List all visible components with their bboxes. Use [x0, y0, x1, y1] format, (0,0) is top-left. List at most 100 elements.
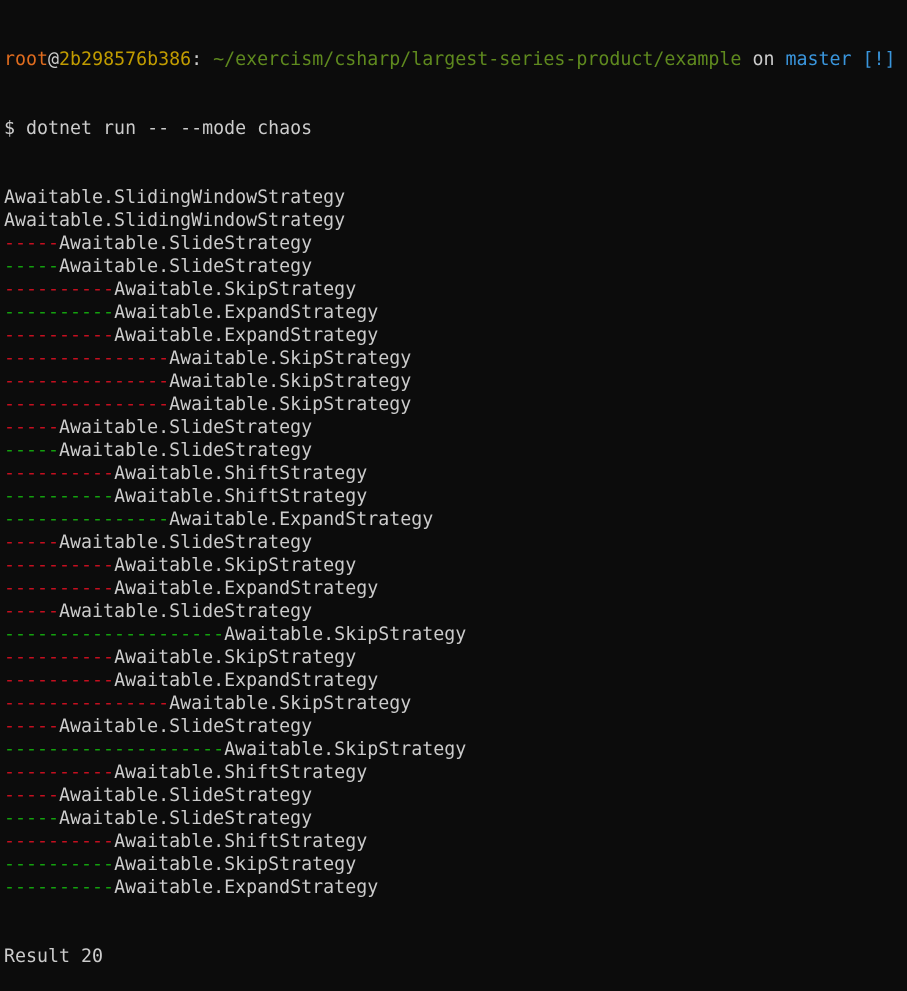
- output-line: -----Awaitable.SlideStrategy: [4, 255, 907, 278]
- prompt-line: root@2b298576b386: ~/exercism/csharp/lar…: [4, 48, 907, 71]
- indent-dashes: -----: [4, 785, 60, 806]
- strategy-name: Awaitable.SkipStrategy: [169, 394, 412, 415]
- terminal-window[interactable]: root@2b298576b386: ~/exercism/csharp/lar…: [0, 0, 907, 967]
- strategy-name: Awaitable.ShiftStrategy: [114, 463, 368, 484]
- indent-dashes: ----------: [4, 647, 115, 668]
- strategy-name: Awaitable.SlidingWindowStrategy: [4, 187, 346, 208]
- output-line: ---------------Awaitable.SkipStrategy: [4, 692, 907, 715]
- strategy-name: Awaitable.SkipStrategy: [224, 624, 467, 645]
- output-line: ---------------Awaitable.SkipStrategy: [4, 347, 907, 370]
- output-line: -----Awaitable.SlideStrategy: [4, 531, 907, 554]
- strategy-name: Awaitable.SlideStrategy: [59, 417, 313, 438]
- indent-dashes: ---------------: [4, 348, 170, 369]
- prompt-path: ~/exercism/csharp/largest-series-product…: [213, 49, 742, 70]
- prompt-on-word: on: [741, 49, 786, 70]
- indent-dashes: ---------------: [4, 509, 170, 530]
- indent-dashes: -----: [4, 233, 60, 254]
- output-line: ----------Awaitable.SkipStrategy: [4, 554, 907, 577]
- indent-dashes: --------------------: [4, 739, 225, 760]
- strategy-name: Awaitable.SlideStrategy: [59, 785, 313, 806]
- output-line: ----------Awaitable.ExpandStrategy: [4, 876, 907, 899]
- result-line: Result 20: [4, 946, 104, 967]
- output-line: ---------------Awaitable.ExpandStrategy: [4, 508, 907, 531]
- git-branch: master: [785, 49, 852, 70]
- strategy-name: Awaitable.SlideStrategy: [59, 440, 313, 461]
- indent-dashes: ----------: [4, 302, 115, 323]
- indent-dashes: ----------: [4, 279, 115, 300]
- strategy-name: Awaitable.SlideStrategy: [59, 532, 313, 553]
- indent-dashes: ----------: [4, 762, 115, 783]
- strategy-name: Awaitable.ShiftStrategy: [114, 762, 368, 783]
- indent-dashes: ----------: [4, 877, 115, 898]
- strategy-name: Awaitable.ExpandStrategy: [114, 670, 379, 691]
- indent-dashes: ---------------: [4, 693, 170, 714]
- output-line: -----Awaitable.SlideStrategy: [4, 232, 907, 255]
- indent-dashes: ----------: [4, 670, 115, 691]
- strategy-name: Awaitable.SkipStrategy: [169, 693, 412, 714]
- output-line: -----Awaitable.SlideStrategy: [4, 784, 907, 807]
- strategy-name: Awaitable.SlidingWindowStrategy: [4, 210, 346, 231]
- indent-dashes: ---------------: [4, 371, 170, 392]
- strategy-name: Awaitable.ExpandStrategy: [169, 509, 434, 530]
- strategy-name: Awaitable.SkipStrategy: [169, 348, 412, 369]
- output-line: -----Awaitable.SlideStrategy: [4, 439, 907, 462]
- indent-dashes: ----------: [4, 463, 115, 484]
- indent-dashes: -----: [4, 417, 60, 438]
- output-line: -----Awaitable.SlideStrategy: [4, 416, 907, 439]
- strategy-name: Awaitable.SkipStrategy: [114, 854, 357, 875]
- indent-dashes: ----------: [4, 854, 115, 875]
- output-line: ----------Awaitable.ExpandStrategy: [4, 324, 907, 347]
- strategy-name: Awaitable.SkipStrategy: [114, 279, 357, 300]
- command-line: $ dotnet run -- --mode chaos: [4, 118, 313, 139]
- strategy-name: Awaitable.SlideStrategy: [59, 233, 313, 254]
- program-output: Awaitable.SlidingWindowStrategy Awaitable…: [4, 186, 907, 899]
- indent-dashes: --------------------: [4, 624, 225, 645]
- output-line: ----------Awaitable.ShiftStrategy: [4, 761, 907, 784]
- strategy-name: Awaitable.ShiftStrategy: [114, 486, 368, 507]
- output-line: Awaitable.SlidingWindowStrategy: [4, 209, 907, 232]
- output-line: ----------Awaitable.SkipStrategy: [4, 278, 907, 301]
- prompt-colon: :: [191, 49, 214, 70]
- output-line: ---------------Awaitable.SkipStrategy: [4, 393, 907, 416]
- strategy-name: Awaitable.SkipStrategy: [224, 739, 467, 760]
- strategy-name: Awaitable.SkipStrategy: [114, 647, 357, 668]
- prompt-at-sign: @: [48, 49, 60, 70]
- prompt-hostname: 2b298576b386: [59, 49, 192, 70]
- indent-dashes: -----: [4, 601, 60, 622]
- output-line: ----------Awaitable.ShiftStrategy: [4, 485, 907, 508]
- output-line: ---------------Awaitable.SkipStrategy: [4, 370, 907, 393]
- output-line: ----------Awaitable.ShiftStrategy: [4, 830, 907, 853]
- indent-dashes: ----------: [4, 578, 115, 599]
- strategy-name: Awaitable.ExpandStrategy: [114, 325, 379, 346]
- indent-dashes: ----------: [4, 486, 115, 507]
- strategy-name: Awaitable.ExpandStrategy: [114, 877, 379, 898]
- indent-dashes: -----: [4, 532, 60, 553]
- output-line: ----------Awaitable.ShiftStrategy: [4, 462, 907, 485]
- strategy-name: Awaitable.SkipStrategy: [114, 555, 357, 576]
- output-line: ----------Awaitable.ExpandStrategy: [4, 577, 907, 600]
- indent-dashes: -----: [4, 808, 60, 829]
- indent-dashes: ---------------: [4, 394, 170, 415]
- strategy-name: Awaitable.SlideStrategy: [59, 256, 313, 277]
- prompt-user: root: [4, 49, 49, 70]
- indent-dashes: -----: [4, 256, 60, 277]
- indent-dashes: ----------: [4, 555, 115, 576]
- indent-dashes: ----------: [4, 831, 115, 852]
- output-line: Awaitable.SlidingWindowStrategy: [4, 186, 907, 209]
- indent-dashes: -----: [4, 716, 60, 737]
- output-line: ----------Awaitable.ExpandStrategy: [4, 669, 907, 692]
- strategy-name: Awaitable.SlideStrategy: [59, 808, 313, 829]
- output-line: ----------Awaitable.ExpandStrategy: [4, 301, 907, 324]
- strategy-name: Awaitable.ShiftStrategy: [114, 831, 368, 852]
- indent-dashes: ----------: [4, 325, 115, 346]
- output-line: ----------Awaitable.SkipStrategy: [4, 646, 907, 669]
- indent-dashes: -----: [4, 440, 60, 461]
- strategy-name: Awaitable.SlideStrategy: [59, 601, 313, 622]
- strategy-name: Awaitable.ExpandStrategy: [114, 578, 379, 599]
- output-line: -----Awaitable.SlideStrategy: [4, 715, 907, 738]
- output-line: -----Awaitable.SlideStrategy: [4, 600, 907, 623]
- output-line: --------------------Awaitable.SkipStrate…: [4, 623, 907, 646]
- strategy-name: Awaitable.SlideStrategy: [59, 716, 313, 737]
- output-line: -----Awaitable.SlideStrategy: [4, 807, 907, 830]
- strategy-name: Awaitable.ExpandStrategy: [114, 302, 379, 323]
